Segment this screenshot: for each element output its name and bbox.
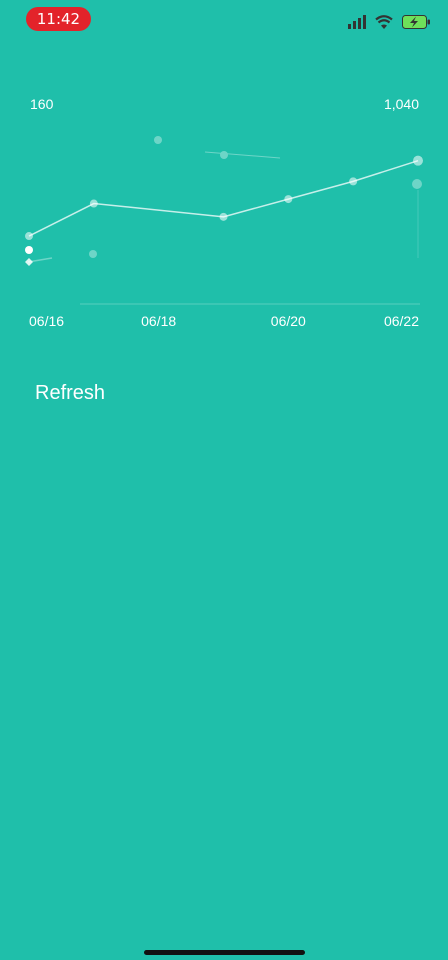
data-point[interactable] — [413, 155, 423, 166]
data-point[interactable] — [349, 177, 358, 186]
data-point[interactable] — [25, 232, 33, 241]
data-point[interactable] — [89, 199, 98, 208]
line-chart-svg: 160 1,040 06/16 06/18 06/20 06/22 — [25, 96, 423, 329]
data-point[interactable] — [219, 212, 228, 221]
x-tick-label: 06/18 — [141, 313, 176, 329]
status-time: 11:42 — [26, 7, 91, 31]
ghost-points — [27, 136, 422, 263]
x-tick-labels: 06/16 06/18 06/20 06/22 — [29, 313, 419, 329]
wifi-icon — [375, 15, 393, 29]
y-min-label: 160 — [30, 96, 54, 112]
refresh-button[interactable]: Refresh — [35, 382, 105, 405]
line-chart: 160 1,040 06/16 06/18 06/20 06/22 — [0, 80, 448, 340]
series-points — [25, 155, 423, 241]
status-bar: 11:42 — [0, 0, 448, 40]
cellular-signal-icon — [348, 15, 366, 29]
battery-charging-icon — [402, 15, 430, 29]
y-max-label: 1,040 — [384, 96, 419, 112]
x-tick-label: 06/22 — [384, 313, 419, 329]
legend-markers — [25, 246, 33, 266]
status-icons — [348, 14, 432, 30]
home-indicator[interactable] — [144, 950, 305, 955]
series-line — [28, 159, 419, 237]
data-point[interactable] — [284, 195, 293, 204]
x-tick-label: 06/16 — [29, 313, 64, 329]
series-line-path — [28, 159, 419, 237]
x-tick-label: 06/20 — [271, 313, 306, 329]
